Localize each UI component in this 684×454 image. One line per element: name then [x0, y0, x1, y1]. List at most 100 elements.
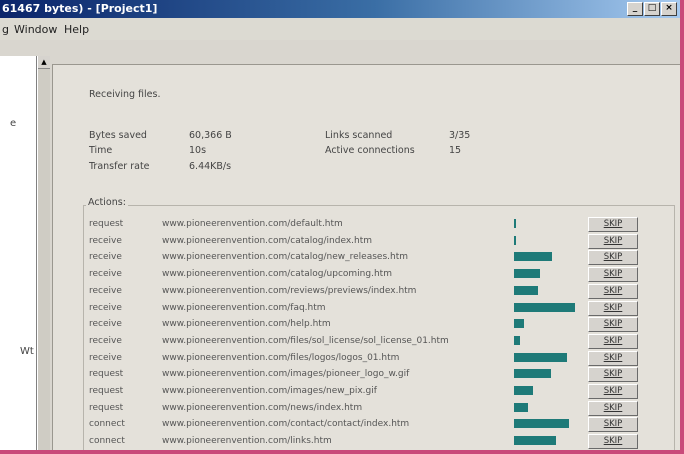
action-row: receive www.pioneerenvention.com/files/lo…: [84, 350, 674, 366]
actions-group: request www.pioneerenvention.com/default.…: [83, 205, 675, 450]
progress-bar: [514, 302, 576, 312]
progress-bar-fill: [514, 369, 551, 379]
action-row: receive www.pioneerenvention.com/catalog/…: [84, 266, 674, 283]
progress-bar: [514, 352, 576, 362]
app-window: 61467 bytes) - [Project1] _ □ × g Window…: [0, 0, 680, 450]
progress-bar: [514, 369, 576, 379]
active-connections-value: 15: [449, 145, 462, 156]
progress-bar-fill: [514, 252, 552, 262]
bytes-saved-label: Bytes saved: [89, 130, 147, 141]
progress-bar: [514, 219, 576, 228]
progress-panel: Receiving files. Bytes saved 60,366 B Ti…: [52, 64, 680, 450]
maximize-button[interactable]: □: [644, 2, 660, 16]
skip-button[interactable]: SKIP: [588, 317, 638, 333]
action-type: request: [89, 219, 124, 229]
progress-bar: [514, 402, 576, 412]
action-url: www.pioneerenvention.com/catalog/upcomin…: [162, 269, 392, 280]
time-label: Time: [89, 145, 113, 156]
action-url: www.pioneerenvention.com/catalog/new_rel…: [162, 252, 409, 263]
window-title: 61467 bytes) - [Project1]: [2, 2, 158, 15]
actions-group-title: Actions:: [86, 197, 128, 208]
action-type: receive: [89, 335, 122, 346]
scroll-up-arrow-icon[interactable]: ▲: [38, 56, 50, 69]
time-value: 10s: [189, 145, 207, 156]
progress-bar-fill: [514, 319, 524, 329]
skip-button[interactable]: SKIP: [588, 300, 638, 316]
skip-button[interactable]: SKIP: [588, 434, 638, 450]
skip-button[interactable]: SKIP: [588, 217, 638, 232]
action-url: www.pioneerenvention.com/links.htm: [162, 436, 332, 447]
minimize-button[interactable]: _: [627, 2, 643, 16]
action-row: connect www.pioneerenvention.com/contact/…: [84, 416, 674, 433]
progress-bar-fill: [514, 419, 569, 429]
skip-button[interactable]: SKIP: [588, 267, 638, 283]
action-row: receive www.pioneerenvention.com/help.htm…: [84, 316, 674, 333]
skip-button[interactable]: SKIP: [588, 367, 638, 383]
action-row: request www.pioneerenvention.com/default.…: [84, 216, 674, 232]
progress-bar-fill: [514, 302, 575, 312]
action-type: connect: [89, 419, 125, 430]
progress-bar: [514, 252, 576, 262]
left-pane-scrollbar[interactable]: ▲: [37, 56, 50, 450]
action-type: receive: [89, 285, 122, 296]
transfer-rate-value: 6.44KB/s: [189, 161, 232, 172]
action-url: www.pioneerenvention.com/reviews/preview…: [162, 285, 417, 296]
links-scanned-label: Links scanned: [325, 130, 393, 141]
action-type: receive: [89, 252, 122, 263]
skip-button[interactable]: SKIP: [588, 283, 638, 299]
action-type: receive: [89, 302, 122, 313]
progress-bar: [514, 436, 576, 446]
menu-item-partial[interactable]: g: [2, 23, 9, 36]
action-type: request: [89, 402, 124, 413]
action-type: request: [89, 369, 124, 380]
skip-button[interactable]: SKIP: [588, 417, 638, 433]
title-bar[interactable]: 61467 bytes) - [Project1] _ □ ×: [0, 0, 680, 18]
close-button[interactable]: ×: [661, 2, 677, 16]
progress-bar-fill: [514, 436, 556, 446]
bytes-saved-value: 60,366 B: [189, 130, 232, 141]
progress-bar: [514, 285, 576, 295]
action-type: request: [89, 386, 124, 396]
skip-button[interactable]: SKIP: [588, 350, 638, 366]
transfer-rate-label: Transfer rate: [89, 161, 150, 172]
action-url: www.pioneerenvention.com/files/logos/log…: [162, 352, 400, 363]
skip-button[interactable]: SKIP: [588, 333, 638, 349]
skip-button[interactable]: SKIP: [588, 250, 638, 266]
progress-bar-fill: [514, 285, 538, 295]
links-scanned-value: 3/35: [449, 130, 471, 141]
action-row: receive www.pioneerenvention.com/catalog/…: [84, 233, 674, 249]
action-type: receive: [89, 269, 122, 280]
left-pane-fragment: Wt: [20, 346, 34, 357]
action-row: request www.pioneerenvention.com/images/p…: [84, 366, 674, 383]
action-url: www.pioneerenvention.com/images/new_pix.…: [162, 386, 377, 396]
action-url: www.pioneerenvention.com/news/index.htm: [162, 402, 363, 413]
skip-button[interactable]: SKIP: [588, 384, 638, 399]
progress-bar-fill: [514, 235, 516, 245]
menu-item-window[interactable]: Window: [14, 23, 57, 36]
progress-bar-fill: [514, 335, 520, 345]
action-url: www.pioneerenvention.com/catalog/index.h…: [162, 235, 373, 246]
active-connections-label: Active connections: [325, 145, 415, 156]
menu-bar: g Window Help: [0, 18, 680, 40]
progress-bar: [514, 319, 576, 329]
progress-bar: [514, 335, 576, 345]
action-row: receive www.pioneerenvention.com/reviews/…: [84, 283, 674, 299]
progress-bar-fill: [514, 402, 528, 412]
progress-bar: [514, 269, 576, 279]
progress-bar: [514, 419, 576, 429]
progress-bar-fill: [514, 352, 567, 362]
skip-button[interactable]: SKIP: [588, 400, 638, 416]
progress-bar-fill: [514, 219, 516, 228]
action-url: www.pioneerenvention.com/contact/contact…: [162, 419, 410, 430]
action-url: www.pioneerenvention.com/faq.htm: [162, 302, 326, 313]
action-row: request www.pioneerenvention.com/news/ind…: [84, 400, 674, 416]
menu-item-help[interactable]: Help: [64, 23, 89, 36]
action-row: receive www.pioneerenvention.com/faq.htm S…: [84, 300, 674, 316]
left-pane: e Wt: [0, 56, 37, 450]
action-url: www.pioneerenvention.com/images/pioneer_…: [162, 369, 410, 380]
action-url: www.pioneerenvention.com/default.htm: [162, 219, 343, 229]
action-url: www.pioneerenvention.com/help.htm: [162, 319, 331, 330]
action-type: receive: [89, 352, 122, 363]
action-type: connect: [89, 436, 125, 447]
skip-button[interactable]: SKIP: [588, 233, 638, 249]
